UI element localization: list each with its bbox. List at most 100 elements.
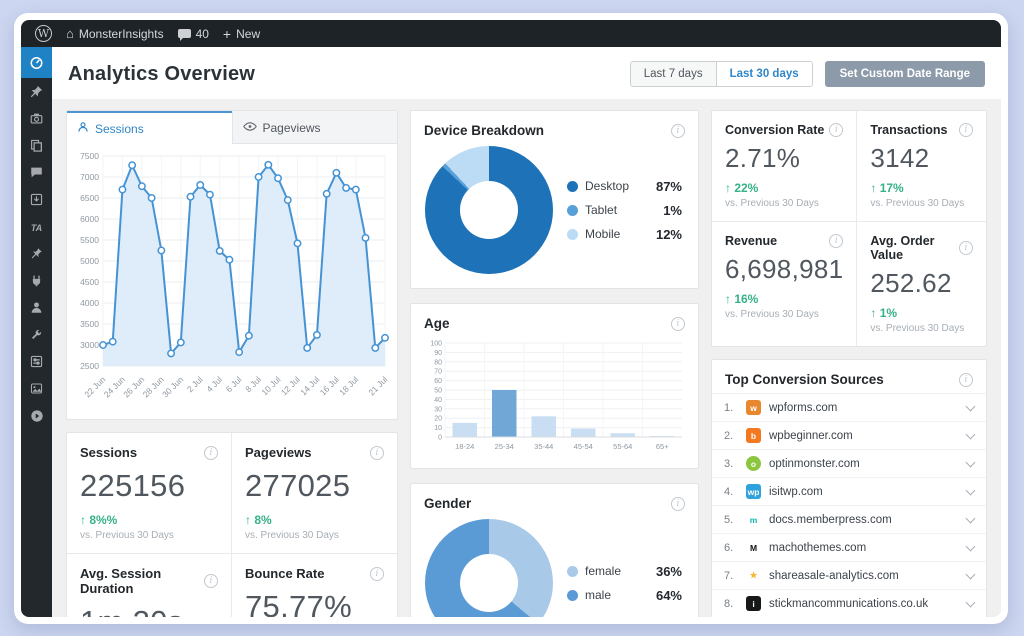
kpi-value: 277025 bbox=[245, 468, 351, 503]
source-row-docs.memberpress.com[interactable]: 5. m docs.memberpress.com bbox=[712, 505, 986, 533]
info-icon[interactable]: i bbox=[671, 123, 685, 138]
svg-text:55-64: 55-64 bbox=[613, 442, 632, 451]
info-icon[interactable]: i bbox=[204, 574, 218, 588]
site-menu[interactable]: ⌂ MonsterInsights bbox=[66, 27, 164, 41]
kpi-value: 252.62 bbox=[870, 268, 952, 298]
eye-icon bbox=[242, 121, 257, 135]
pin-icon bbox=[30, 85, 43, 98]
sidebar-item-pin[interactable] bbox=[21, 78, 52, 105]
kpi-delta: ↑ 16% bbox=[725, 292, 759, 306]
svg-text:100: 100 bbox=[430, 341, 442, 348]
kpi-sessions: Sessions i 225156 ↑ 8%% vs. Previous 30 Days bbox=[67, 433, 232, 554]
legend-female: female 36% bbox=[567, 564, 682, 579]
top-conversion-sources-card: Top Conversion Sources i 1. w wpforms.com 2… bbox=[711, 359, 987, 617]
kpi-revenue: Revenue i 6,698,981 ↑ 16% vs. Previous 30 Da… bbox=[712, 222, 858, 346]
page-header: Analytics Overview Last 7 days Last 30 da… bbox=[52, 47, 1001, 99]
svg-text:50: 50 bbox=[434, 388, 442, 395]
memberpress-favicon: m bbox=[749, 514, 758, 525]
sidebar-item-pages[interactable] bbox=[21, 132, 52, 159]
sessions-line-chart[interactable]: 2500 3000 3500 4000 4500 5000 5500 6000 6500 7000… bbox=[67, 146, 395, 414]
info-icon[interactable]: i bbox=[959, 241, 973, 255]
chevron-down-icon[interactable] bbox=[965, 429, 976, 439]
info-icon[interactable]: i bbox=[829, 234, 844, 248]
home-icon: ⌂ bbox=[66, 26, 74, 41]
info-icon[interactable]: i bbox=[671, 496, 685, 511]
source-row-stickmancommunications.co.uk[interactable]: 8. i stickmancommunications.co.uk bbox=[712, 589, 986, 617]
wpbeginner-favicon: b bbox=[746, 428, 761, 443]
sidebar-item-dashboard[interactable] bbox=[21, 47, 52, 78]
chevron-down-icon[interactable] bbox=[965, 569, 976, 579]
age-bar-chart[interactable]: 0 10 20 30 40 50 60 70 80 90 100 18-24 25-34 35-44 45-… bbox=[419, 337, 688, 455]
svg-text:65+: 65+ bbox=[656, 442, 669, 451]
download-icon bbox=[30, 193, 43, 206]
info-icon[interactable]: i bbox=[370, 445, 384, 460]
svg-text:4 Jul: 4 Jul bbox=[204, 374, 224, 394]
svg-text:35-44: 35-44 bbox=[534, 442, 553, 451]
sidebar-item-play[interactable] bbox=[21, 402, 52, 429]
svg-text:16 Jul: 16 Jul bbox=[318, 374, 341, 397]
tab-sessions[interactable]: Sessions bbox=[67, 111, 232, 144]
chevron-down-icon[interactable] bbox=[965, 485, 976, 495]
sidebar-item-pushpin[interactable] bbox=[21, 240, 52, 267]
svg-text:14 Jul: 14 Jul bbox=[298, 374, 321, 397]
date-range-toggle: Last 7 days Last 30 days bbox=[629, 61, 813, 87]
isitwp-favicon: wp bbox=[746, 484, 761, 499]
info-icon[interactable]: i bbox=[370, 566, 384, 581]
sidebar-item-plug[interactable] bbox=[21, 267, 52, 294]
wordpress-logo-icon[interactable]: W bbox=[35, 25, 52, 42]
sidebar-item-ta[interactable]: TA bbox=[21, 213, 52, 240]
wp-admin-bar: W ⌂ MonsterInsights 40 + New bbox=[21, 20, 1001, 47]
source-row-optinmonster.com[interactable]: 3. o optinmonster.com bbox=[712, 449, 986, 477]
machothemes-favicon: M bbox=[749, 542, 758, 553]
kpi-value: 3142 bbox=[870, 143, 930, 173]
sidebar-item-settings[interactable] bbox=[21, 348, 52, 375]
sidebar-item-users[interactable] bbox=[21, 294, 52, 321]
source-row-wpforms.com[interactable]: 1. w wpforms.com bbox=[712, 393, 986, 421]
kpi-compare-label: vs. Previous 30 Days bbox=[725, 309, 819, 320]
chevron-down-icon[interactable] bbox=[965, 401, 976, 411]
range-button-last-30-days[interactable]: Last 30 days bbox=[715, 62, 812, 86]
sidebar-item-download[interactable] bbox=[21, 186, 52, 213]
kpi-delta: ↑ 8% bbox=[245, 513, 272, 527]
info-icon[interactable]: i bbox=[671, 316, 685, 331]
range-button-last-7-days[interactable]: Last 7 days bbox=[630, 62, 716, 86]
device-donut-chart[interactable] bbox=[425, 146, 553, 274]
kpi-delta: ↑ 17% bbox=[870, 181, 904, 195]
tab-pageviews[interactable]: Pageviews bbox=[231, 111, 397, 144]
svg-text:3500: 3500 bbox=[80, 319, 99, 329]
page-title: Analytics Overview bbox=[68, 62, 256, 85]
source-row-shareasale-analytics.com[interactable]: 7. ★ shareasale-analytics.com bbox=[712, 561, 986, 589]
info-icon[interactable]: i bbox=[204, 445, 218, 460]
chevron-down-icon[interactable] bbox=[965, 597, 976, 607]
age-title: Age bbox=[424, 316, 450, 331]
new-menu[interactable]: + New bbox=[223, 27, 260, 41]
source-row-isitwp.com[interactable]: 4. wp isitwp.com bbox=[712, 477, 986, 505]
svg-text:60: 60 bbox=[434, 378, 442, 385]
chevron-down-icon[interactable] bbox=[965, 541, 976, 551]
sessions-chart-card: Sessions Pageviews 2500 3000 3500 4000 4500 50… bbox=[66, 110, 398, 420]
sidebar-item-comments[interactable] bbox=[21, 159, 52, 186]
svg-text:20: 20 bbox=[434, 416, 442, 423]
kpi-delta: ↑ 22% bbox=[725, 181, 759, 195]
chevron-down-icon[interactable] bbox=[965, 513, 976, 523]
wp-sidebar: TA bbox=[21, 47, 52, 617]
comment-count: 40 bbox=[195, 26, 209, 41]
comments-icon bbox=[30, 166, 43, 179]
info-icon[interactable]: i bbox=[829, 123, 844, 137]
sidebar-item-tools[interactable] bbox=[21, 321, 52, 348]
info-icon[interactable]: i bbox=[959, 372, 973, 387]
chevron-down-icon[interactable] bbox=[965, 457, 976, 467]
svg-text:18 Jul: 18 Jul bbox=[337, 374, 360, 397]
source-row-machothemes.com[interactable]: 6. Mmachothemes.com bbox=[712, 533, 986, 561]
sidebar-item-media[interactable] bbox=[21, 105, 52, 132]
sidebar-item-image[interactable] bbox=[21, 375, 52, 402]
set-custom-date-range-button[interactable]: Set Custom Date Range bbox=[824, 61, 985, 87]
svg-text:30: 30 bbox=[434, 406, 442, 413]
gender-donut-chart[interactable] bbox=[425, 519, 553, 617]
kpi-compare-label: vs. Previous 30 Days bbox=[245, 530, 339, 541]
comments-menu[interactable]: 40 bbox=[177, 26, 209, 41]
source-row-wpbeginner.com[interactable]: 2. b wpbeginner.com bbox=[712, 421, 986, 449]
info-icon[interactable]: i bbox=[959, 123, 973, 137]
svg-text:10 Jul: 10 Jul bbox=[259, 374, 282, 397]
kpi-compare-label: vs. Previous 30 Days bbox=[870, 323, 965, 334]
